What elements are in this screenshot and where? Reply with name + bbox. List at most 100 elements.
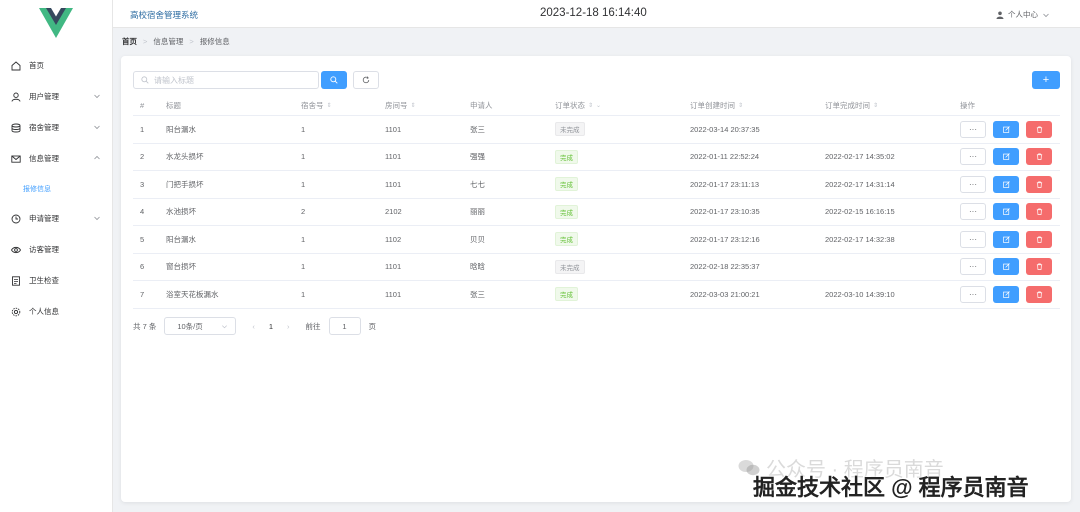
edit-icon — [1002, 236, 1010, 243]
cell-actions: ··· — [960, 116, 1052, 143]
column-header-sortable[interactable]: 房间号 ⇕ — [385, 96, 416, 115]
delete-button[interactable] — [1026, 203, 1052, 221]
add-button[interactable]: + — [1032, 71, 1060, 89]
more-button[interactable]: ··· — [960, 203, 986, 221]
search-button[interactable] — [321, 71, 347, 89]
more-button[interactable]: ··· — [960, 120, 986, 138]
edit-button[interactable] — [993, 285, 1019, 303]
sidebar-item-label: 宿舍管理 — [29, 123, 59, 132]
edit-button[interactable] — [993, 175, 1019, 193]
page-suffix: 页 — [368, 321, 377, 331]
cell-status: 完成 — [555, 281, 578, 308]
cell-applicant: 晗晗 — [470, 262, 485, 272]
sidebar-item-profile[interactable]: 个人信息 — [0, 296, 113, 327]
prev-page-icon[interactable]: ‹ — [252, 322, 255, 331]
column-header-label: 宿舍号 — [301, 101, 324, 110]
cell-created: 2022-03-03 21:00:21 — [690, 289, 760, 299]
more-button[interactable]: ··· — [960, 258, 986, 276]
sort-icon: ⇕ — [326, 103, 332, 109]
column-header-label: 订单创建时间 — [690, 101, 735, 110]
row-actions: ··· — [960, 230, 1052, 248]
cell-room: 1101 — [385, 124, 402, 134]
table-row: 5 阳台漏水 1 1102 贝贝 完成 2022-01-17 23:12:16 2022-02… — [133, 226, 1060, 254]
sidebar: 首页 用户管理 宿舍管理 信息管理 报修信息 申请管理 访客管理 卫生检查 个人… — [0, 0, 113, 512]
user-menu[interactable]: 个人中心 — [996, 9, 1050, 20]
column-header-sortable[interactable]: 订单完成时间 ⇕ — [825, 96, 878, 115]
status-badge: 完成 — [555, 177, 578, 192]
sidebar-item-applications[interactable]: 申请管理 — [0, 203, 113, 234]
chevron-down-icon — [94, 125, 100, 130]
delete-button[interactable] — [1026, 120, 1052, 138]
breadcrumb-separator: > — [143, 37, 148, 46]
table-row: 6 窗台损坏 1 1101 晗晗 未完成 2022-02-18 22:35:37 ··· — [133, 254, 1060, 281]
sidebar-item-users[interactable]: 用户管理 — [0, 81, 113, 112]
vue-logo — [39, 8, 73, 38]
sidebar-item-visitors[interactable]: 访客管理 — [0, 234, 113, 265]
reset-button[interactable] — [353, 71, 379, 89]
cell-dorm: 1 — [301, 124, 306, 134]
edit-button[interactable] — [993, 230, 1019, 248]
delete-button[interactable] — [1026, 148, 1052, 166]
goto-label: 前往 — [305, 321, 321, 331]
cell-actions: ··· — [960, 254, 1052, 281]
cell-status: 完成 — [555, 144, 578, 171]
document-icon — [11, 275, 21, 286]
edit-button[interactable] — [993, 120, 1019, 138]
cell-title: 浴室天花板漏水 — [166, 289, 219, 299]
page-number[interactable]: 1 — [263, 322, 279, 331]
cell-idx: 5 — [140, 234, 145, 244]
more-button[interactable]: ··· — [960, 148, 986, 166]
goto-page-input[interactable]: 1 — [328, 317, 361, 335]
cell-dorm: 1 — [301, 234, 306, 244]
delete-button[interactable] — [1026, 175, 1052, 193]
column-header: 标题 — [166, 101, 181, 110]
delete-button[interactable] — [1026, 230, 1052, 248]
edit-button[interactable] — [993, 148, 1019, 166]
breadcrumb-home[interactable]: 首页 — [122, 36, 137, 47]
trash-icon — [1036, 181, 1042, 188]
cell-dorm: 1 — [301, 289, 306, 299]
edit-button[interactable] — [993, 203, 1019, 221]
cell-finished: 2022-03-10 14:39:10 — [825, 289, 895, 299]
trash-icon — [1036, 208, 1042, 216]
delete-button[interactable] — [1026, 285, 1052, 303]
sidebar-item-hygiene[interactable]: 卫生检查 — [0, 265, 113, 296]
trash-icon — [1036, 263, 1042, 271]
eye-icon — [11, 245, 21, 255]
cell-title: 阳台漏水 — [166, 124, 196, 134]
sort-icon: ⇕ — [588, 103, 594, 109]
column-header-sortable[interactable]: 宿舍号 ⇕ — [301, 96, 332, 115]
chevron-down-icon — [222, 324, 228, 328]
sidebar-item-info[interactable]: 信息管理 — [0, 143, 113, 174]
cell-applicant: 七七 — [470, 179, 485, 189]
edit-button[interactable] — [993, 258, 1019, 276]
status-badge: 完成 — [555, 287, 578, 302]
column-header-sortable[interactable]: 订单状态 ⇕ ⌄ — [555, 96, 601, 115]
user-icon — [11, 92, 21, 102]
chevron-down-icon — [94, 216, 100, 221]
page-size-value: 10条/页 — [177, 321, 203, 331]
search-input[interactable]: 请输入标题 — [133, 71, 319, 89]
goto-page-value: 1 — [342, 321, 347, 331]
cell-actions: ··· — [960, 144, 1052, 171]
sidebar-menu: 首页 用户管理 宿舍管理 信息管理 报修信息 申请管理 访客管理 卫生检查 个人… — [0, 50, 113, 327]
column-header-label: 订单完成时间 — [825, 101, 870, 110]
more-button[interactable]: ··· — [960, 175, 986, 193]
sidebar-item-dorms[interactable]: 宿舍管理 — [0, 112, 113, 143]
sidebar-item-home[interactable]: 首页 — [0, 50, 113, 81]
next-page-icon[interactable]: › — [287, 322, 290, 331]
cell-actions: ··· — [960, 199, 1052, 226]
delete-button[interactable] — [1026, 258, 1052, 276]
cell-idx: 1 — [140, 124, 145, 134]
cell-dorm: 1 — [301, 179, 306, 189]
column-header: 申请人 — [470, 101, 493, 110]
page-size-select[interactable]: 10条/页 — [164, 317, 237, 335]
more-button[interactable]: ··· — [960, 230, 986, 248]
top-header: 高校宿舍管理系统 2023-12-18 16:14:40 个人中心 — [113, 0, 1080, 28]
filter-icon[interactable]: ⌄ — [596, 102, 601, 109]
cell-dorm: 1 — [301, 262, 306, 272]
column-header-sortable[interactable]: 订单创建时间 ⇕ — [690, 96, 743, 115]
plus-icon: + — [1042, 74, 1050, 86]
sidebar-item-repair-info[interactable]: 报修信息 — [0, 174, 113, 203]
more-button[interactable]: ··· — [960, 285, 986, 303]
